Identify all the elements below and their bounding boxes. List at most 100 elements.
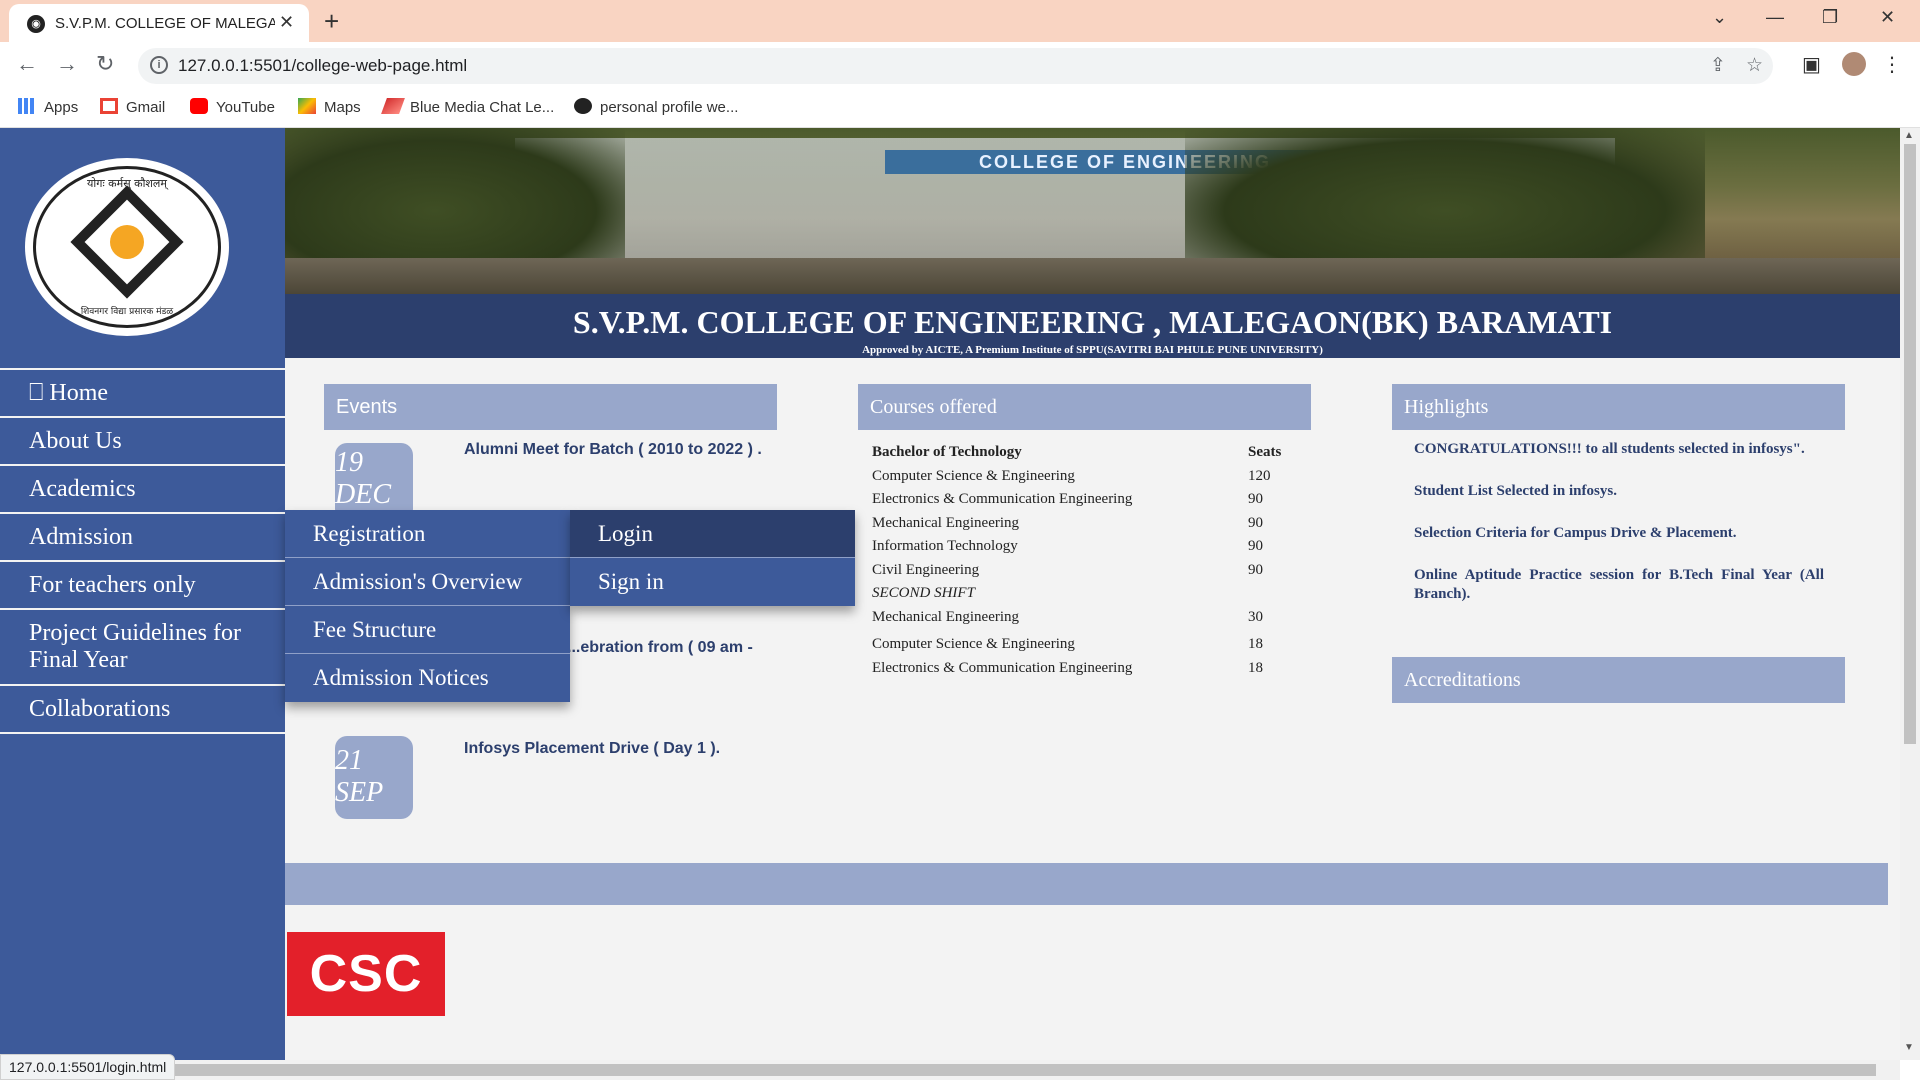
- course-seats: 120: [1248, 467, 1271, 484]
- scrollbar-thumb[interactable]: [1904, 144, 1916, 744]
- bookmark-star-icon[interactable]: ☆: [1746, 54, 1763, 77]
- apps-grid-icon: [18, 98, 36, 114]
- second-shift-label: SECOND SHIFT: [872, 585, 1332, 609]
- logo-caption: शिवनगर विद्या प्रसारक मंडळ: [80, 307, 174, 317]
- address-url[interactable]: 127.0.0.1:5501/college-web-page.html: [178, 56, 467, 76]
- bluemedia-icon: [381, 98, 405, 114]
- events-heading: Events: [324, 384, 777, 430]
- table-row: Information Technology 90: [872, 538, 1332, 562]
- course-name: Electronics & Communication Engineering: [872, 491, 1133, 507]
- course-name: Computer Science & Engineering: [872, 636, 1075, 652]
- bookmark-youtube[interactable]: YouTube: [190, 98, 275, 116]
- sidebar-item-admission[interactable]: Admission: [0, 512, 285, 560]
- back-icon[interactable]: ←: [16, 51, 38, 77]
- course-seats: 18: [1248, 659, 1263, 676]
- scrollbar-thumb[interactable]: [16, 1064, 1876, 1076]
- accreditations-heading: Accreditations: [1392, 657, 1845, 703]
- page-viewport: योगः कर्मसु कौशलम् शिवनगर विद्या प्रसारक…: [0, 128, 1900, 1060]
- scroll-up-icon[interactable]: ▲: [1904, 130, 1914, 141]
- bookmark-label: Blue Media Chat Le...: [410, 99, 555, 116]
- campus-banner-image: COLLEGE OF ENGINEERING: [285, 128, 1900, 294]
- sidebar-item-label: Admission: [29, 524, 134, 550]
- highlight-item[interactable]: Student List Selected in infosys.: [1414, 482, 1824, 501]
- sidebar-item-about-us[interactable]: About Us: [0, 416, 285, 464]
- course-seats: 18: [1248, 636, 1263, 652]
- menu-item-login[interactable]: Login: [570, 510, 855, 558]
- campus-ground: [285, 258, 1900, 294]
- menu-item-fee-structure[interactable]: Fee Structure: [285, 606, 570, 654]
- share-icon[interactable]: ⇪: [1710, 54, 1726, 77]
- course-name: Civil Engineering: [872, 561, 980, 578]
- profile-avatar[interactable]: [1842, 52, 1866, 76]
- second-shift-text: SECOND SHIFT: [872, 585, 975, 601]
- side-panel-icon[interactable]: ▣: [1802, 52, 1821, 77]
- forward-icon[interactable]: →: [56, 51, 78, 77]
- restore-icon[interactable]: ❐: [1822, 7, 1838, 28]
- table-row: Computer Science & Engineering 120: [872, 468, 1332, 492]
- sidebar-item-label: For teachers only: [29, 572, 196, 598]
- address-toolbar: ← → ↻ i 127.0.0.1:5501/college-web-page.…: [0, 42, 1920, 90]
- sidebar-item-home[interactable]: ⎕ Home: [0, 368, 285, 416]
- menu-item-admissions-overview[interactable]: Admission's Overview: [285, 558, 570, 606]
- table-row: Electronics & Communication Engineering 1…: [872, 660, 1332, 684]
- scroll-down-icon[interactable]: ▼: [1904, 1042, 1914, 1053]
- bookmark-personal-profile[interactable]: personal profile we...: [574, 98, 738, 116]
- browser-menu-icon[interactable]: ⋮: [1882, 52, 1902, 77]
- courses-table: Bachelor of Technology Seats Computer Sc…: [872, 444, 1332, 683]
- address-bar[interactable]: i 127.0.0.1:5501/college-web-page.html ⇪…: [138, 48, 1773, 84]
- tab-search-chevron-icon[interactable]: ⌄: [1712, 7, 1727, 28]
- horizontal-scrollbar[interactable]: [0, 1060, 1900, 1080]
- new-tab-icon[interactable]: +: [324, 6, 339, 37]
- reload-icon[interactable]: ↻: [96, 51, 114, 77]
- csc-logo[interactable]: CSC: [287, 932, 445, 1016]
- bookmark-apps[interactable]: Apps: [18, 98, 78, 116]
- table-row: Electronics & Communication Engineering 9…: [872, 491, 1332, 515]
- course-name: Mechanical Engineering: [872, 514, 1020, 531]
- bookmark-bluemedia[interactable]: Blue Media Chat Le...: [381, 98, 555, 116]
- college-title-bar: S.V.P.M. COLLEGE OF ENGINEERING , MALEGA…: [285, 294, 1900, 358]
- sidebar-item-label: Academics: [29, 476, 136, 502]
- sidebar-item-project-guidelines[interactable]: Project Guidelines for Final Year: [0, 608, 285, 684]
- bookmark-label: Apps: [44, 99, 79, 116]
- minimize-icon[interactable]: —: [1766, 7, 1784, 28]
- course-seats: 30: [1248, 608, 1263, 625]
- college-logo[interactable]: योगः कर्मसु कौशलम् शिवनगर विद्या प्रसारक…: [25, 158, 229, 336]
- sidebar-item-label: Project Guidelines for Final Year: [29, 620, 241, 673]
- bookmark-label: Gmail: [126, 99, 166, 116]
- logo-sun-icon: [110, 225, 144, 259]
- sidebar-item-teachers[interactable]: For teachers only: [0, 560, 285, 608]
- event-title-1[interactable]: Alumni Meet for Batch ( 2010 to 2022 ) .: [464, 440, 764, 460]
- maps-icon: [298, 98, 316, 114]
- sidebar-item-label: Collaborations: [29, 696, 171, 722]
- event-title-2[interactable]: ...ebration from ( 09 am -: [567, 638, 867, 658]
- highlight-item[interactable]: Online Aptitude Practice session for B.T…: [1414, 566, 1824, 604]
- vertical-scrollbar[interactable]: ▲ ▼: [1900, 128, 1920, 1060]
- site-info-icon[interactable]: i: [150, 56, 168, 74]
- bookmark-label: YouTube: [216, 99, 275, 116]
- course-name: Information Technology: [872, 538, 1018, 554]
- menu-item-registration[interactable]: Registration: [285, 510, 570, 558]
- sidebar-item-collaborations[interactable]: Collaborations: [0, 684, 285, 734]
- window-close-icon[interactable]: ✕: [1880, 7, 1895, 28]
- tab-close-icon[interactable]: ✕: [279, 12, 294, 33]
- admission-dropdown: Registration Admission's Overview Fee St…: [285, 510, 570, 702]
- highlight-item[interactable]: CONGRATULATIONS!!! to all students selec…: [1414, 440, 1824, 459]
- bookmarks-bar: Apps Gmail YouTube Maps Blue Media Chat …: [0, 90, 1920, 128]
- sidebar-item-academics[interactable]: Academics: [0, 464, 285, 512]
- registration-submenu: Login Sign in: [570, 510, 855, 606]
- globe-icon: [574, 98, 592, 114]
- browser-tab-strip: ◉ S.V.P.M. COLLEGE OF MALEGAON ✕ + ⌄ — ❐…: [0, 0, 1920, 42]
- highlight-item[interactable]: Selection Criteria for Campus Drive & Pl…: [1414, 524, 1824, 543]
- gmail-icon: [100, 98, 118, 114]
- menu-item-sign-in[interactable]: Sign in: [570, 558, 855, 606]
- event-title-3[interactable]: Infosys Placement Drive ( Day 1 ).: [464, 739, 764, 759]
- footer-bar: [285, 863, 1888, 905]
- sidebar-item-label: Home: [49, 380, 109, 406]
- browser-tab[interactable]: ◉ S.V.P.M. COLLEGE OF MALEGAON ✕: [9, 4, 309, 42]
- site-favicon-icon: ◉: [27, 15, 45, 33]
- event-month: DEC: [335, 479, 391, 510]
- bookmark-maps[interactable]: Maps: [298, 98, 361, 116]
- event-day: 19: [335, 447, 363, 478]
- menu-item-admission-notices[interactable]: Admission Notices: [285, 654, 570, 702]
- bookmark-gmail[interactable]: Gmail: [100, 98, 165, 116]
